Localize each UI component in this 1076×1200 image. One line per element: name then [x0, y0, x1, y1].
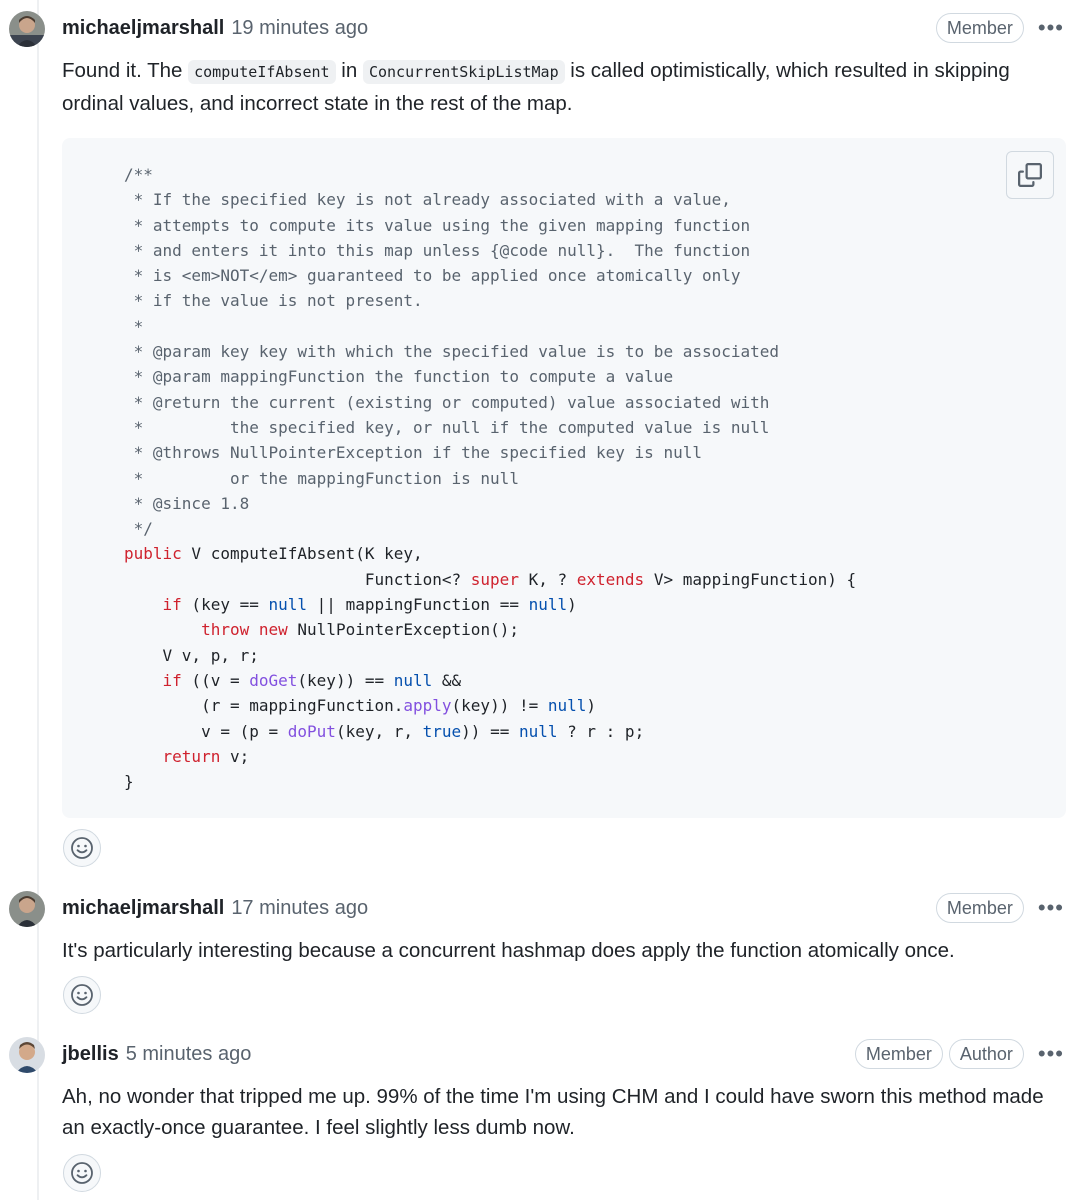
avatar[interactable] [9, 891, 45, 927]
comment-header: michaeljmarshall 17 minutes ago Member •… [62, 891, 1064, 925]
inline-code: ConcurrentSkipListMap [362, 60, 565, 84]
member-badge: Member [935, 13, 1024, 43]
comment-body: Ah, no wonder that tripped me up. 99% of… [62, 1085, 1044, 1139]
comment-body: It's particularly interesting because a … [62, 939, 955, 962]
avatar[interactable] [9, 11, 45, 47]
author-name[interactable]: jbellis [62, 1043, 119, 1066]
member-badge: Member [854, 1039, 943, 1069]
kebab-horizontal-icon[interactable]: ••• [1038, 17, 1064, 39]
code-content: /** * If the specified key is not alread… [124, 165, 857, 792]
comment-header: jbellis 5 minutes ago Member Author ••• [62, 1037, 1064, 1071]
smiley-icon [71, 1162, 93, 1184]
smiley-icon [71, 837, 93, 859]
copy-button[interactable] [1006, 151, 1054, 199]
copy-icon [1018, 163, 1042, 187]
kebab-horizontal-icon[interactable]: ••• [1038, 1043, 1064, 1065]
code-block: /** * If the specified key is not alread… [62, 138, 1066, 818]
timestamp[interactable]: 19 minutes ago [231, 17, 368, 40]
add-reaction-button[interactable] [63, 829, 101, 867]
inline-code: computeIfAbsent [188, 60, 336, 84]
avatar[interactable] [9, 1037, 45, 1073]
smiley-icon [71, 984, 93, 1006]
member-badge: Member [935, 893, 1024, 923]
add-reaction-button[interactable] [63, 976, 101, 1014]
comment-header: michaeljmarshall 19 minutes ago Member •… [62, 11, 1064, 45]
kebab-horizontal-icon[interactable]: ••• [1038, 897, 1064, 919]
author-badge: Author [948, 1039, 1024, 1069]
body-text: in [335, 59, 363, 82]
timestamp[interactable]: 17 minutes ago [231, 897, 368, 920]
author-name[interactable]: michaeljmarshall [62, 897, 224, 920]
timeline-line [37, 0, 39, 1200]
body-text: Found it. The [62, 59, 189, 82]
author-name[interactable]: michaeljmarshall [62, 17, 224, 40]
comment-body: Found it. The computeIfAbsent in Concurr… [62, 55, 1054, 119]
add-reaction-button[interactable] [63, 1154, 101, 1192]
timestamp[interactable]: 5 minutes ago [126, 1043, 252, 1066]
